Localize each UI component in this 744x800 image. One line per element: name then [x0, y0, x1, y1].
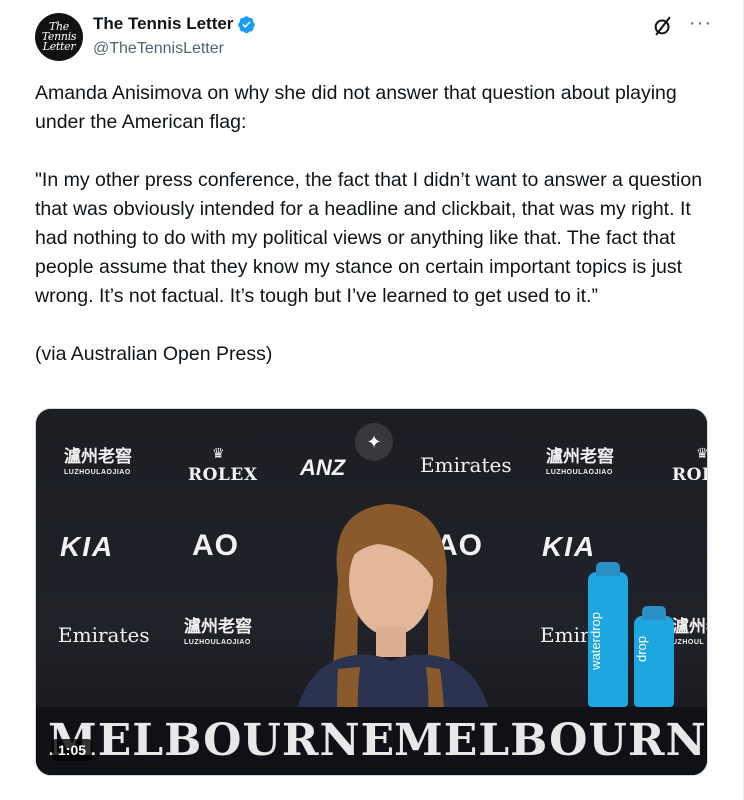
sponsor-kia: KIA: [60, 531, 115, 562]
melbourne-banner: MELBOURNE: [48, 715, 396, 766]
tweet-paragraph: Amanda Anisimova on why she did not answ…: [35, 82, 677, 133]
sponsor-ao: AO: [192, 529, 239, 562]
video-duration: 1:05: [52, 739, 93, 761]
author-name-row: The Tennis Letter: [93, 14, 256, 34]
tweet-text: Amanda Anisimova on why she did not answ…: [35, 79, 715, 369]
water-bottle: waterdrop: [588, 562, 628, 707]
sparkle-icon[interactable]: ✦: [355, 423, 393, 461]
sponsor-luzhou: 瀘州老窖 LUZHOULAOJIAO: [546, 447, 614, 476]
sponsor-luzhou: 瀘州老窖 LUZHOULAOJIAO: [64, 447, 132, 476]
sponsor-luzhou: 瀘州老窖 LUZHOULAOJIAO: [184, 617, 252, 646]
rolex-crown-icon: ♛: [696, 445, 708, 461]
grok-icon[interactable]: [652, 15, 674, 37]
water-bottle: drop: [634, 606, 674, 707]
sponsor-rolex-partial: ROL: [672, 465, 707, 485]
author-handle[interactable]: @TheTennisLetter: [93, 40, 224, 58]
tweet-paragraph: "In my other press conference, the fact …: [35, 169, 703, 307]
rolex-crown-icon: ♛: [212, 445, 225, 461]
sponsor-rolex: ROLEX: [188, 465, 258, 485]
sponsor-emirates: Emirates: [420, 453, 512, 477]
avatar[interactable]: The Tennis Letter: [35, 13, 83, 61]
sponsor-emirates-partial: Emir: [540, 623, 590, 647]
melbourne-banner: MELBOURNE: [394, 715, 708, 766]
author-display-name[interactable]: The Tennis Letter: [93, 14, 233, 34]
sponsor-luzhou-partial: 瀘州老窖UZHOUL: [672, 617, 707, 646]
sponsor-kia: KIA: [542, 531, 597, 562]
video-player[interactable]: 瀘州老窖 LUZHOULAOJIAO ♛ ROLEX ANZ Emirates 瀘…: [35, 408, 708, 776]
tweet-paragraph: (via Australian Open Press): [35, 343, 273, 365]
sponsor-emirates: Emirates: [58, 623, 150, 647]
tweet-card[interactable]: The Tennis Letter The Tennis Letter @The…: [0, 0, 744, 800]
avatar-text-line3: Letter: [42, 40, 76, 53]
more-options-icon[interactable]: ···: [689, 13, 712, 33]
sponsor-anz: ANZ: [300, 455, 346, 480]
verified-badge-icon: [238, 15, 256, 33]
